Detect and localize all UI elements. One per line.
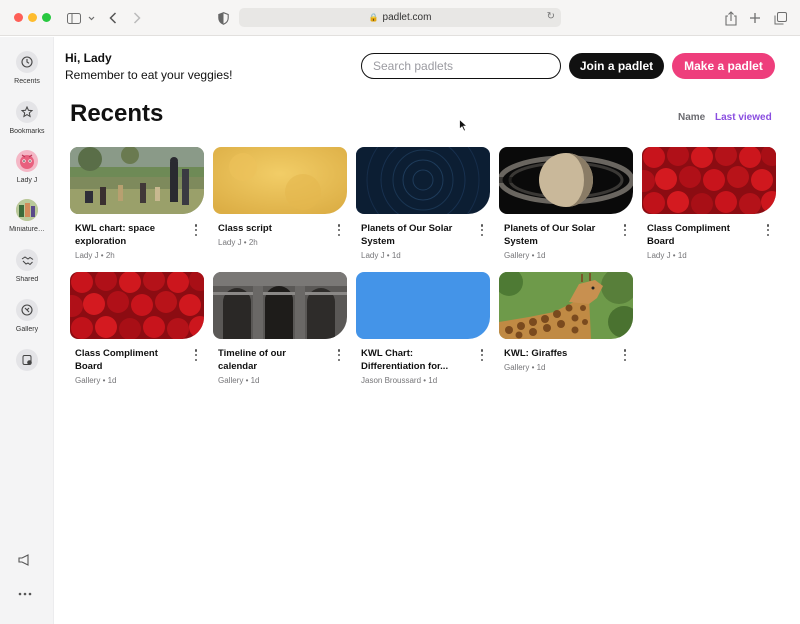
padlet-card[interactable]: KWL: Giraffes Gallery • 1d <box>499 272 633 372</box>
card-thumbnail <box>499 147 633 214</box>
reload-icon[interactable]: ↻ <box>547 11 555 22</box>
sidebar-item-miniature[interactable]: Miniature… <box>0 199 54 233</box>
sidebar-item-label: Bookmarks <box>9 128 45 135</box>
card-thumbnail <box>213 147 347 214</box>
card-options-icon[interactable] <box>623 349 627 361</box>
padlet-card[interactable]: Class Compliment Board Lady J • 1d <box>642 147 776 260</box>
clock-icon <box>16 51 38 73</box>
padlet-card[interactable]: KWL chart: space exploration Lady J • 2h <box>70 147 204 260</box>
lock-icon: 🔒 <box>368 13 379 22</box>
sidebar-item-label: Miniature… <box>9 226 45 233</box>
card-title: KWL: Giraffes <box>504 348 568 359</box>
card-options-icon[interactable] <box>480 224 484 236</box>
sidebar-item-trash[interactable] <box>0 349 54 371</box>
card-title: Class script <box>218 223 272 234</box>
card-options-icon[interactable] <box>623 224 627 236</box>
tab-overview-icon[interactable] <box>773 9 787 27</box>
sidebar-item-gallery[interactable]: Gallery <box>0 299 54 333</box>
card-meta: Lady J • 1d <box>647 251 687 260</box>
url-text: padlet.com <box>382 12 432 23</box>
greeting-message: Remember to eat your veggies! <box>65 68 233 82</box>
forward-icon[interactable] <box>131 9 143 27</box>
card-title: Class Compliment Board <box>647 223 730 247</box>
sidebar-item-shared[interactable]: Shared <box>0 249 54 283</box>
card-thumbnail <box>642 147 776 214</box>
card-options-icon[interactable] <box>337 349 341 361</box>
card-thumbnail <box>213 272 347 339</box>
card-options-icon[interactable] <box>766 224 770 236</box>
sort-by-last-viewed[interactable]: Last viewed <box>715 112 772 123</box>
chevron-down-icon[interactable] <box>86 9 96 27</box>
card-title: Planets of Our Solar System <box>361 223 453 247</box>
star-icon <box>16 101 38 123</box>
megaphone-icon[interactable] <box>18 553 32 571</box>
card-title: Class Compliment Board <box>75 348 158 372</box>
sidebar-item-bookmarks[interactable]: Bookmarks <box>0 101 54 135</box>
mouse-pointer <box>459 118 469 137</box>
address-bar[interactable]: 🔒 padlet.com ↻ <box>239 8 561 27</box>
card-meta: Gallery • 1d <box>504 251 546 260</box>
minimize-window-button[interactable] <box>28 13 37 22</box>
card-meta: Lady J • 1d <box>361 251 401 260</box>
card-title: KWL Chart: Differentiation for... <box>361 348 449 372</box>
card-title: Planets of Our Solar System <box>504 223 596 247</box>
sort-by-name[interactable]: Name <box>678 112 705 123</box>
card-meta: Gallery • 1d <box>504 363 546 372</box>
sidebar-item-label: Shared <box>15 276 39 283</box>
sidebar-item-recents[interactable]: Recents <box>0 51 54 85</box>
card-thumbnail <box>356 147 490 214</box>
new-tab-icon[interactable] <box>748 9 762 27</box>
sidebar-item-lady-j[interactable]: Lady J <box>0 150 54 184</box>
avatar <box>16 199 38 221</box>
card-options-icon[interactable] <box>480 349 484 361</box>
search-input[interactable] <box>361 53 561 79</box>
sidebar-toggle-icon[interactable] <box>66 9 82 27</box>
card-thumbnail <box>70 272 204 339</box>
browser-toolbar: 🔒 padlet.com ↻ <box>0 0 800 36</box>
back-icon[interactable] <box>107 9 119 27</box>
card-options-icon[interactable] <box>194 224 198 236</box>
sidebar-item-label: Recents <box>14 78 40 85</box>
compass-icon <box>16 299 38 321</box>
sidebar-item-label: Lady J <box>16 177 38 184</box>
make-padlet-button[interactable]: Make a padlet <box>672 53 775 79</box>
sidebar-item-label: Gallery <box>15 326 39 333</box>
card-thumbnail <box>70 147 204 214</box>
avatar <box>16 150 38 172</box>
card-title: KWL chart: space exploration <box>75 223 156 247</box>
card-options-icon[interactable] <box>194 349 198 361</box>
card-meta: Gallery • 1d <box>75 376 117 385</box>
padlet-card[interactable]: Timeline of our calendar Gallery • 1d <box>213 272 347 385</box>
card-meta: Lady J • 2h <box>218 238 258 247</box>
padlet-card[interactable]: Planets of Our Solar System Gallery • 1d <box>499 147 633 260</box>
close-window-button[interactable] <box>14 13 23 22</box>
join-padlet-button[interactable]: Join a padlet <box>569 53 664 79</box>
shield-icon[interactable] <box>217 9 229 27</box>
sidebar: Recents Bookmarks Lady J Miniature… Shar… <box>0 37 54 624</box>
card-title: Timeline of our calendar <box>218 348 286 372</box>
maximize-window-button[interactable] <box>42 13 51 22</box>
card-meta: Gallery • 1d <box>218 376 260 385</box>
card-thumbnail <box>356 272 490 339</box>
more-icon[interactable] <box>18 584 32 602</box>
padlet-card[interactable]: Class script Lady J • 2h <box>213 147 347 247</box>
card-meta: Jason Broussard • 1d <box>361 376 438 385</box>
padlet-card[interactable]: Planets of Our Solar System Lady J • 1d <box>356 147 490 260</box>
card-meta: Lady J • 2h <box>75 251 115 260</box>
card-thumbnail <box>499 272 633 339</box>
padlet-card[interactable]: KWL Chart: Differentiation for... Jason … <box>356 272 490 385</box>
padlet-card[interactable]: Class Compliment Board Gallery • 1d <box>70 272 204 385</box>
greeting: Hi, Lady <box>65 51 112 65</box>
trash-icon <box>16 349 38 371</box>
page-title: Recents <box>70 100 164 127</box>
handshake-icon <box>16 249 38 271</box>
share-icon[interactable] <box>724 9 738 27</box>
card-options-icon[interactable] <box>337 224 341 236</box>
